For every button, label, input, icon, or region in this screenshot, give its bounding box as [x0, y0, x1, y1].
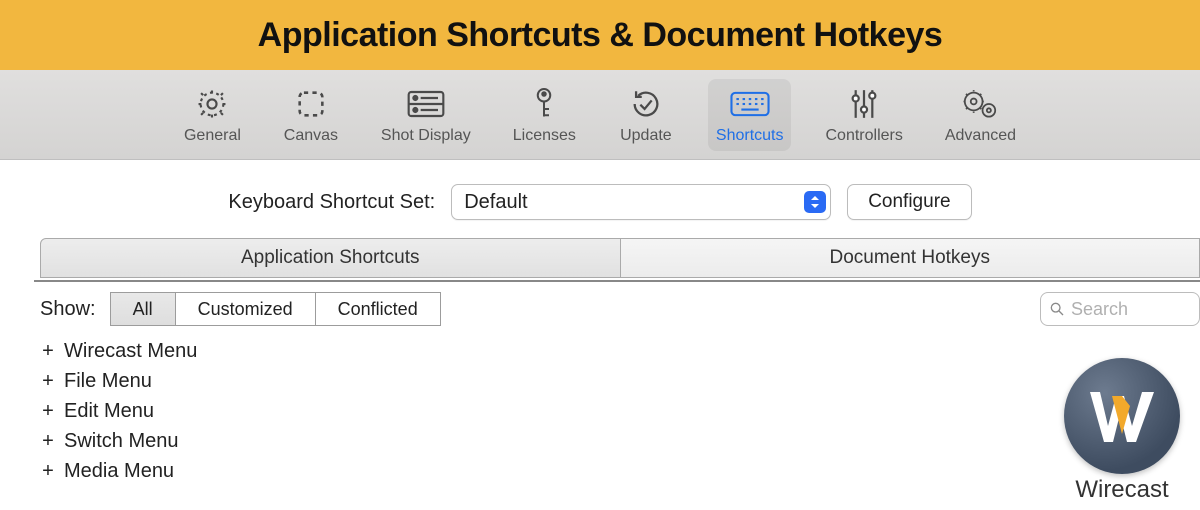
segment-customized[interactable]: Customized [176, 293, 316, 325]
shortcut-set-row: Keyboard Shortcut Set: Default Configure [0, 160, 1200, 238]
toolbar-item-canvas[interactable]: Canvas [275, 79, 347, 151]
toolbar-label: Canvas [284, 127, 338, 145]
toolbar-label: Advanced [945, 127, 1016, 145]
sliders-icon [842, 85, 886, 123]
toolbar-item-shot-display[interactable]: Shot Display [373, 79, 479, 151]
toolbar-item-update[interactable]: Update [610, 79, 682, 151]
toolbar-label: Controllers [825, 127, 902, 145]
expand-icon: + [40, 430, 56, 453]
toolbar-label: Licenses [513, 127, 576, 145]
configure-button[interactable]: Configure [847, 184, 971, 220]
search-icon [1049, 301, 1065, 317]
shot-display-icon [404, 85, 448, 123]
toolbar-label: General [184, 127, 241, 145]
tab-application-shortcuts[interactable]: Application Shortcuts [40, 238, 621, 278]
tab-document-hotkeys[interactable]: Document Hotkeys [621, 238, 1200, 278]
search-input[interactable] [1071, 299, 1171, 320]
list-item-label: Wirecast Menu [64, 340, 197, 363]
toolbar-item-controllers[interactable]: Controllers [817, 79, 910, 151]
shortcut-set-label: Keyboard Shortcut Set: [228, 191, 435, 214]
toolbar-label: Shot Display [381, 127, 471, 145]
shortcut-set-value: Default [464, 191, 527, 214]
keyboard-icon [728, 85, 772, 123]
search-field[interactable] [1040, 292, 1200, 326]
shortcut-scope-tabs: Application Shortcuts Document Hotkeys [40, 238, 1200, 278]
list-item-label: Media Menu [64, 460, 174, 483]
list-item[interactable]: + Switch Menu [40, 426, 1200, 456]
list-item[interactable]: + Wirecast Menu [40, 336, 1200, 366]
preferences-toolbar: General Canvas Shot Display [0, 70, 1200, 160]
segment-label: Customized [198, 299, 293, 320]
show-segmented-control: All Customized Conflicted [110, 292, 441, 326]
tab-label: Document Hotkeys [829, 247, 990, 269]
toolbar-label: Update [620, 127, 672, 145]
configure-label: Configure [868, 191, 950, 213]
toolbar-item-advanced[interactable]: Advanced [937, 79, 1024, 151]
update-icon [624, 85, 668, 123]
chevron-updown-icon [804, 191, 826, 213]
list-item[interactable]: + Media Menu [40, 456, 1200, 486]
key-icon [522, 85, 566, 123]
brand-name: Wirecast [1075, 476, 1168, 504]
segment-label: Conflicted [338, 299, 418, 320]
gear-icon [190, 85, 234, 123]
list-item-label: Switch Menu [64, 430, 179, 453]
page-banner: Application Shortcuts & Document Hotkeys [0, 0, 1200, 70]
canvas-icon [289, 85, 333, 123]
segment-label: All [133, 299, 153, 320]
shortcut-set-select[interactable]: Default [451, 184, 831, 220]
brand-logo-area: Wirecast [1064, 358, 1180, 504]
list-item[interactable]: + File Menu [40, 366, 1200, 396]
advanced-icon [958, 85, 1002, 123]
toolbar-item-general[interactable]: General [176, 79, 249, 151]
expand-icon: + [40, 460, 56, 483]
list-item-label: Edit Menu [64, 400, 154, 423]
list-item[interactable]: + Edit Menu [40, 396, 1200, 426]
toolbar-item-shortcuts[interactable]: Shortcuts [708, 79, 792, 151]
page-title: Application Shortcuts & Document Hotkeys [258, 16, 943, 55]
filter-row: Show: All Customized Conflicted [0, 282, 1200, 332]
expand-icon: + [40, 340, 56, 363]
segment-all[interactable]: All [111, 293, 176, 325]
shortcut-menu-list: + Wirecast Menu + File Menu + Edit Menu + Sw… [0, 332, 1200, 486]
wirecast-logo-icon [1064, 358, 1180, 474]
expand-icon: + [40, 370, 56, 393]
expand-icon: + [40, 400, 56, 423]
show-label: Show: [40, 298, 96, 321]
list-item-label: File Menu [64, 370, 152, 393]
toolbar-label: Shortcuts [716, 127, 784, 145]
segment-conflicted[interactable]: Conflicted [316, 293, 440, 325]
tab-label: Application Shortcuts [241, 247, 420, 269]
toolbar-item-licenses[interactable]: Licenses [505, 79, 584, 151]
